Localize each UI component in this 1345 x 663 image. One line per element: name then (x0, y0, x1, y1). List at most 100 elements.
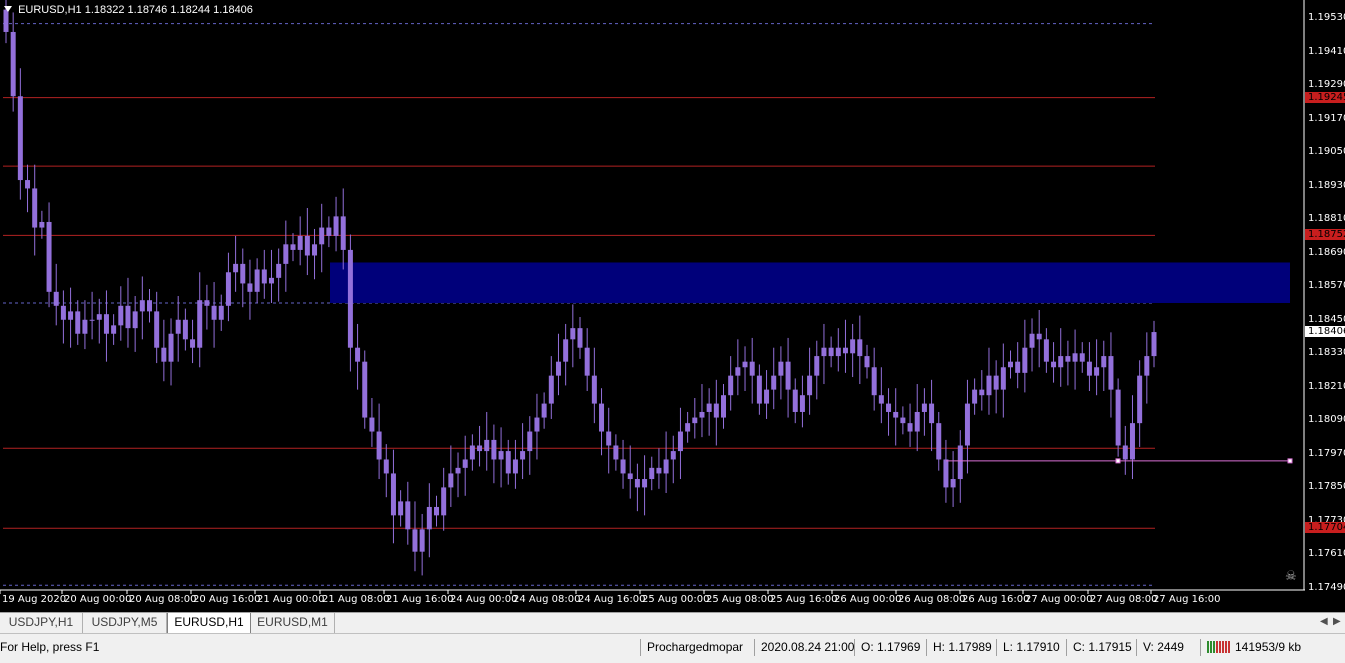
candle-body (778, 361, 784, 376)
candle-body (276, 263, 282, 278)
candle-body (441, 487, 447, 516)
status-traffic-label: 141953/9 kb (1235, 640, 1302, 654)
time-axis-label: 27 Aug 16:00 (1153, 594, 1221, 605)
candle-body (771, 375, 777, 390)
candle-body (742, 361, 748, 368)
candle-body (950, 479, 956, 488)
candle-body (728, 375, 734, 396)
candle-body (498, 451, 504, 460)
price-axis-label: 1.18210 (1308, 380, 1345, 392)
status-open: O: 1.17969 (854, 639, 926, 656)
candle-body (606, 431, 612, 446)
time-axis-label: 20 Aug 00:00 (64, 594, 132, 605)
supply-zone-rect (330, 262, 1290, 303)
candle-body (319, 227, 325, 245)
candle-body (563, 339, 569, 362)
price-tag-label: 1.18752 (1305, 229, 1345, 241)
candle-body (1137, 375, 1143, 424)
status-datetime: 2020.08.24 21:00 (754, 639, 854, 656)
candle-body (82, 319, 88, 334)
price-axis-label: 1.18930 (1308, 179, 1345, 191)
status-traffic[interactable]: 141953/9 kb (1200, 639, 1345, 656)
candle-body (103, 314, 109, 334)
candle-body (340, 216, 346, 250)
price-axis-label: 1.18690 (1308, 246, 1345, 258)
tab-eurusd-m1[interactable]: EURUSD,M1 (251, 613, 335, 633)
time-axis-label: 27 Aug 00:00 (1025, 594, 1093, 605)
candle-body (1036, 333, 1042, 340)
candle-body (878, 395, 884, 404)
time-axis-label: 21 Aug 08:00 (322, 594, 390, 605)
candle-body (979, 389, 985, 396)
candle-body (685, 423, 691, 432)
candle-body (663, 459, 669, 474)
candle-body (756, 375, 762, 404)
skull-icon: ☠ (1285, 568, 1297, 583)
candle-body (921, 403, 927, 412)
time-axis-label: 25 Aug 00:00 (642, 594, 710, 605)
status-high: H: 1.17989 (926, 639, 996, 656)
candle-body (670, 451, 676, 460)
candle-body (936, 423, 942, 460)
candle-body (857, 339, 863, 357)
candle-body (362, 361, 368, 418)
candle-body (383, 459, 389, 474)
candle-body (814, 356, 820, 376)
candle-body (735, 367, 741, 376)
candle-body (692, 417, 698, 424)
status-volume: V: 2449 (1136, 639, 1200, 656)
candle-body (390, 473, 396, 516)
candle-body (89, 319, 95, 321)
time-axis-label: 26 Aug 16:00 (962, 594, 1030, 605)
candle-body (799, 395, 805, 412)
candle-body (39, 221, 45, 228)
candle-body (656, 467, 662, 474)
candle-body (699, 411, 705, 418)
candle-body (1122, 445, 1128, 460)
tab-usdjpy-h1[interactable]: USDJPY,H1 (0, 613, 83, 633)
candle-body (333, 216, 339, 236)
candle-body (1072, 353, 1078, 362)
chart-tabs-bar: USDJPY,H1 USDJPY,M5 EURUSD,H1 EURUSD,M1 … (0, 612, 1345, 634)
candle-body (233, 263, 239, 273)
candle-body (505, 451, 511, 474)
time-axis-label: 24 Aug 08:00 (513, 594, 581, 605)
candle-body (886, 403, 892, 412)
candle-body (807, 375, 813, 396)
candle-body (527, 431, 533, 452)
candle-body (555, 361, 561, 376)
candle-body (512, 459, 518, 474)
candle-body (96, 314, 102, 320)
chart-menu-triangle-icon[interactable] (4, 6, 12, 12)
status-close: C: 1.17915 (1066, 639, 1136, 656)
arrow-left-icon[interactable]: ◀ (1320, 616, 1328, 627)
time-axis-label: 19 Aug 2020 (2, 594, 67, 605)
chart-area[interactable]: EURUSD,H1 1.18322 1.18746 1.18244 1.1840… (0, 0, 1345, 612)
candle-body (225, 272, 231, 306)
status-bar: For Help, press F1 Prochargedmopar 2020.… (0, 633, 1345, 663)
candle-body (477, 445, 483, 452)
tab-eurusd-h1[interactable]: EURUSD,H1 (167, 613, 251, 634)
candle-body (1129, 423, 1135, 460)
candle-body (376, 431, 382, 460)
candle-body (907, 423, 913, 432)
price-axis-label: 1.17850 (1308, 481, 1345, 493)
candle-body (1144, 356, 1150, 376)
candle-body (419, 529, 425, 552)
price-tag-label: 1.18406 (1305, 326, 1345, 338)
arrow-right-icon[interactable]: ▶ (1333, 616, 1341, 627)
candle-body (893, 411, 899, 418)
candle-body (426, 506, 432, 530)
candle-body (1079, 353, 1085, 362)
chart-canvas[interactable] (0, 0, 1305, 612)
chart-info: EURUSD,H1 1.18322 1.18746 1.18244 1.1840… (4, 4, 253, 16)
candle-body (850, 339, 856, 354)
candle-body (60, 305, 66, 320)
candle-body (139, 300, 145, 312)
candle-body (929, 403, 935, 424)
tab-usdjpy-m5[interactable]: USDJPY,M5 (83, 613, 167, 633)
time-axis-label: 20 Aug 16:00 (193, 594, 261, 605)
candle-body (721, 395, 726, 418)
candle-body (412, 529, 418, 552)
candle-body (993, 375, 999, 390)
